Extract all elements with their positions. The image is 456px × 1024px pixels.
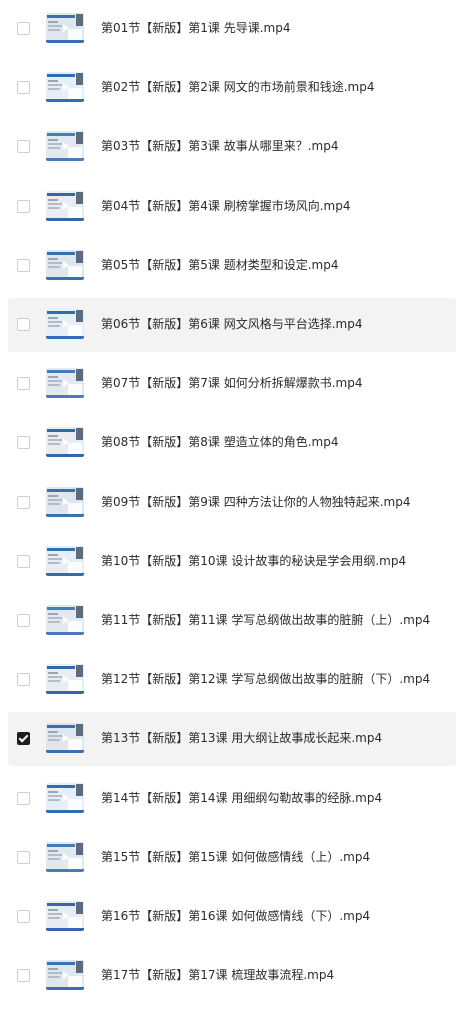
file-name[interactable]: 第11节【新版】第11课 学写总纲做出故事的脏腑（上）.mp4: [101, 612, 430, 628]
select-checkbox[interactable]: [17, 318, 30, 331]
video-thumbnail-icon: [46, 427, 84, 458]
file-name[interactable]: 第15节【新版】第15课 如何做感情线（上）.mp4: [101, 849, 370, 865]
file-name[interactable]: 第07节【新版】第7课 如何分析拆解爆款书.mp4: [101, 375, 362, 391]
select-checkbox[interactable]: [17, 614, 30, 627]
video-thumbnail-icon: [46, 723, 84, 754]
video-thumbnail-icon: [46, 13, 84, 43]
select-checkbox[interactable]: [17, 732, 30, 746]
file-name[interactable]: 第17节【新版】第17课 梳理故事流程.mp4: [101, 967, 334, 983]
video-thumbnail-icon: [46, 486, 84, 517]
file-name[interactable]: 第04节【新版】第4课 刷榜掌握市场风向.mp4: [101, 198, 350, 214]
file-list: 第01节【新版】第1课 先导课.mp4 第02节【新版】第2课 网文的市场前景和钱…: [0, 0, 456, 1024]
select-checkbox[interactable]: [17, 554, 30, 568]
list-item[interactable]: 第13节【新版】第13课 用大纲让故事成长起来.mp4: [8, 712, 456, 767]
select-checkbox[interactable]: [17, 81, 30, 95]
video-thumbnail-icon: [46, 190, 84, 221]
list-item[interactable]: 第15节【新版】第15课 如何做感情线（上）.mp4: [8, 831, 456, 885]
list-item[interactable]: 第12节【新版】第12课 学写总纲做出故事的脏腑（下）.mp4: [8, 653, 456, 707]
list-item[interactable]: 第11节【新版】第11课 学写总纲做出故事的脏腑（上）.mp4: [8, 594, 456, 648]
select-checkbox[interactable]: [17, 850, 30, 864]
select-checkbox[interactable]: [17, 791, 30, 805]
select-checkbox[interactable]: [17, 140, 30, 154]
file-name[interactable]: 第02节【新版】第2课 网文的市场前景和钱途.mp4: [101, 79, 374, 95]
list-item[interactable]: 第01节【新版】第1课 先导课.mp4: [8, 2, 456, 56]
select-checkbox[interactable]: [17, 199, 30, 213]
video-thumbnail-icon: [46, 605, 84, 635]
video-thumbnail-icon: [46, 664, 84, 695]
video-thumbnail-icon: [46, 368, 84, 399]
list-item[interactable]: 第09节【新版】第9课 四种方法让你的人物独特起来.mp4: [8, 476, 456, 530]
select-checkbox[interactable]: [17, 969, 30, 983]
list-item[interactable]: 第16节【新版】第16课 如何做感情线（下）.mp4: [8, 890, 456, 944]
select-checkbox[interactable]: [17, 436, 30, 450]
list-item[interactable]: 第05节【新版】第5课 题材类型和设定.mp4: [8, 239, 456, 293]
file-name[interactable]: 第09节【新版】第9课 四种方法让你的人物独特起来.mp4: [101, 494, 410, 510]
list-item[interactable]: 第04节【新版】第4课 刷榜掌握市场风向.mp4: [8, 180, 456, 234]
video-thumbnail-icon: [46, 309, 84, 339]
list-item[interactable]: 第17节【新版】第17课 梳理故事流程.mp4: [8, 949, 456, 1003]
select-checkbox[interactable]: [17, 910, 30, 923]
video-thumbnail-icon: [46, 249, 84, 280]
video-thumbnail-icon: [46, 841, 84, 872]
file-name[interactable]: 第03节【新版】第3课 故事从哪里来？.mp4: [101, 138, 338, 154]
list-item[interactable]: 第07节【新版】第7课 如何分析拆解爆款书.mp4: [8, 357, 456, 411]
file-name[interactable]: 第08节【新版】第8课 塑造立体的角色.mp4: [101, 434, 338, 450]
select-checkbox[interactable]: [17, 258, 30, 272]
video-thumbnail-icon: [46, 901, 84, 931]
list-item[interactable]: 第08节【新版】第8课 塑造立体的角色.mp4: [8, 416, 456, 470]
list-item[interactable]: 第10节【新版】第10课 设计故事的秘诀是学会用纲.mp4: [8, 535, 456, 589]
file-name[interactable]: 第13节【新版】第13课 用大纲让故事成长起来.mp4: [101, 730, 382, 746]
file-name[interactable]: 第06节【新版】第6课 网文风格与平台选择.mp4: [101, 316, 362, 332]
video-thumbnail-icon: [46, 131, 84, 162]
file-name[interactable]: 第05节【新版】第5课 题材类型和设定.mp4: [101, 257, 338, 273]
list-item[interactable]: 第14节【新版】第14课 用细纲勾勒故事的经脉.mp4: [8, 772, 456, 826]
select-checkbox[interactable]: [17, 22, 30, 35]
video-thumbnail-icon: [46, 782, 84, 813]
file-name[interactable]: 第01节【新版】第1课 先导课.mp4: [101, 20, 290, 36]
list-item[interactable]: 第06节【新版】第6课 网文风格与平台选择.mp4: [8, 298, 456, 352]
file-name[interactable]: 第12节【新版】第12课 学写总纲做出故事的脏腑（下）.mp4: [101, 671, 430, 687]
video-thumbnail-icon: [46, 545, 84, 576]
select-checkbox[interactable]: [17, 495, 30, 509]
list-item[interactable]: 第03节【新版】第3课 故事从哪里来？.mp4: [8, 120, 456, 174]
video-thumbnail-icon: [46, 960, 84, 991]
file-name[interactable]: 第10节【新版】第10课 设计故事的秘诀是学会用纲.mp4: [101, 553, 406, 569]
video-thumbnail-icon: [46, 72, 84, 103]
list-item[interactable]: 第02节【新版】第2课 网文的市场前景和钱途.mp4: [8, 61, 456, 115]
file-name[interactable]: 第14节【新版】第14课 用细纲勾勒故事的经脉.mp4: [101, 790, 382, 806]
select-checkbox[interactable]: [17, 673, 30, 687]
file-name[interactable]: 第16节【新版】第16课 如何做感情线（下）.mp4: [101, 908, 370, 924]
select-checkbox[interactable]: [17, 377, 30, 391]
